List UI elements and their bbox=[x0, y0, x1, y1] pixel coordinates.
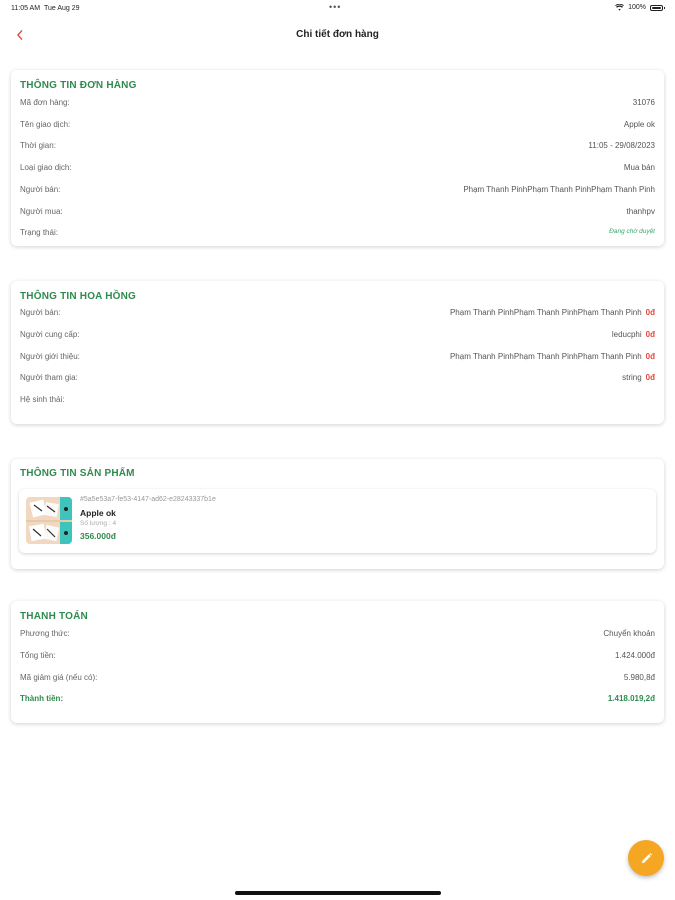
row-label: Người mua: bbox=[20, 207, 63, 216]
status-badge: Đang chờ duyệt bbox=[609, 228, 655, 235]
row-label: Thời gian: bbox=[20, 141, 56, 150]
row-value: 5.980,8đ bbox=[623, 673, 655, 682]
status-right: 100% bbox=[615, 4, 665, 11]
row-label: Phương thức: bbox=[20, 629, 70, 638]
order-info-row: Thời gian: 11:05 - 29/08/2023 bbox=[20, 141, 655, 155]
row-label: Thành tiền: bbox=[20, 694, 64, 703]
order-info-row: Mã đơn hàng: 31076 bbox=[20, 98, 655, 112]
row-value: thanhpv bbox=[626, 207, 655, 216]
order-info-row: Tên giao dịch: Apple ok bbox=[20, 120, 655, 134]
commission-row: Người bán: Phạm Thanh PinhPhạm Thanh Pinh… bbox=[20, 308, 655, 322]
commission-amount: 0đ bbox=[645, 330, 655, 339]
navigation-bar: Chi tiết đơn hàng bbox=[0, 22, 675, 48]
payment-title: THANH TOÁN bbox=[20, 611, 88, 622]
row-value: string 0đ bbox=[622, 373, 655, 382]
battery-percent: 100% bbox=[628, 4, 646, 11]
page-title: Chi tiết đơn hàng bbox=[296, 29, 379, 40]
product-id: #5a5e53a7-fe53-4147-ad62-e28243337b1e bbox=[80, 496, 216, 503]
order-info-row: Loại giao dịch: Mua bán bbox=[20, 163, 655, 177]
row-value: Apple ok bbox=[623, 120, 655, 129]
order-info-title: THÔNG TIN ĐƠN HÀNG bbox=[20, 80, 137, 91]
row-label: Tên giao dịch: bbox=[20, 120, 71, 129]
commission-info-card: THÔNG TIN HOA HỒNG Người bán: Phạm Thanh … bbox=[11, 281, 664, 424]
product-item[interactable]: #5a5e53a7-fe53-4147-ad62-e28243337b1e Ap… bbox=[19, 489, 656, 553]
commission-amount: 0đ bbox=[645, 308, 655, 317]
edit-fab-button[interactable] bbox=[628, 840, 664, 876]
payment-card: THANH TOÁN Phương thức: Chuyển khoản Tổng… bbox=[11, 601, 664, 723]
row-label: Hệ sinh thái: bbox=[20, 395, 65, 404]
commission-amount: 0đ bbox=[645, 373, 655, 382]
row-value: 1.418.019,2đ bbox=[607, 694, 655, 703]
order-info-row: Người bán: Phạm Thanh PinhPhạm Thanh Pinh… bbox=[20, 185, 655, 199]
row-label: Người bán: bbox=[20, 185, 61, 194]
commission-amount: 0đ bbox=[645, 352, 655, 361]
product-thumbnail bbox=[26, 497, 72, 544]
multitasking-dots[interactable]: ••• bbox=[329, 2, 341, 12]
product-info-title: THÔNG TIN SẢN PHẨM bbox=[20, 468, 135, 479]
wifi-icon bbox=[615, 4, 624, 11]
product-quantity: Số lượng : 4 bbox=[80, 520, 117, 527]
row-label: Tổng tiền: bbox=[20, 651, 56, 660]
commission-info-title: THÔNG TIN HOA HỒNG bbox=[20, 291, 137, 302]
row-label: Người bán: bbox=[20, 308, 61, 317]
row-value: Phạm Thanh PinhPhạm Thanh PinhPhạm Thanh… bbox=[449, 352, 655, 361]
pencil-icon bbox=[641, 852, 652, 863]
product-info-card: THÔNG TIN SẢN PHẨM #5a5e53a7-fe53-4147-a… bbox=[11, 459, 664, 569]
row-label: Loại giao dịch: bbox=[20, 163, 72, 172]
payment-row: Tổng tiền: 1.424.000đ bbox=[20, 651, 655, 665]
commission-row: Hệ sinh thái: bbox=[20, 395, 655, 409]
row-label: Người cung cấp: bbox=[20, 330, 80, 339]
row-value: leducphi 0đ bbox=[611, 330, 655, 339]
order-info-card: THÔNG TIN ĐƠN HÀNG Mã đơn hàng: 31076 Tên… bbox=[11, 70, 664, 246]
row-label: Người tham gia: bbox=[20, 373, 78, 382]
row-label: Mã giảm giá (nếu có): bbox=[20, 673, 98, 682]
battery-icon bbox=[650, 4, 665, 11]
row-value: 11:05 - 29/08/2023 bbox=[588, 141, 655, 150]
row-value: 31076 bbox=[632, 98, 655, 107]
row-value: Phạm Thanh PinhPhạm Thanh PinhPhạm Thanh… bbox=[449, 308, 655, 317]
order-info-row: Trạng thái: Đang chờ duyệt bbox=[20, 228, 655, 242]
row-value: 1.424.000đ bbox=[614, 651, 655, 660]
commission-row: Người giới thiệu: Phạm Thanh PinhPhạm Tha… bbox=[20, 352, 655, 366]
product-name: Apple ok bbox=[80, 508, 116, 518]
commission-row: Người tham gia: string 0đ bbox=[20, 373, 655, 387]
order-info-row: Người mua: thanhpv bbox=[20, 207, 655, 221]
payment-total-row: Thành tiền: 1.418.019,2đ bbox=[20, 694, 655, 708]
payment-row: Phương thức: Chuyển khoản bbox=[20, 629, 655, 643]
row-label: Mã đơn hàng: bbox=[20, 98, 70, 107]
row-value: Mua bán bbox=[623, 163, 655, 172]
row-value: Phạm Thanh PinhPhạm Thanh PinhPhạm Thanh… bbox=[463, 185, 655, 194]
status-time: 11:05 AM Tue Aug 29 bbox=[11, 5, 80, 12]
row-value: Chuyển khoản bbox=[603, 629, 655, 638]
status-bar: 11:05 AM Tue Aug 29 ••• 100% bbox=[0, 0, 675, 16]
row-label: Trạng thái: bbox=[20, 228, 58, 237]
home-indicator[interactable] bbox=[235, 891, 441, 895]
row-label: Người giới thiệu: bbox=[20, 352, 80, 361]
product-price: 356.000đ bbox=[80, 531, 116, 541]
commission-row: Người cung cấp: leducphi 0đ bbox=[20, 330, 655, 344]
payment-row: Mã giảm giá (nếu có): 5.980,8đ bbox=[20, 673, 655, 687]
